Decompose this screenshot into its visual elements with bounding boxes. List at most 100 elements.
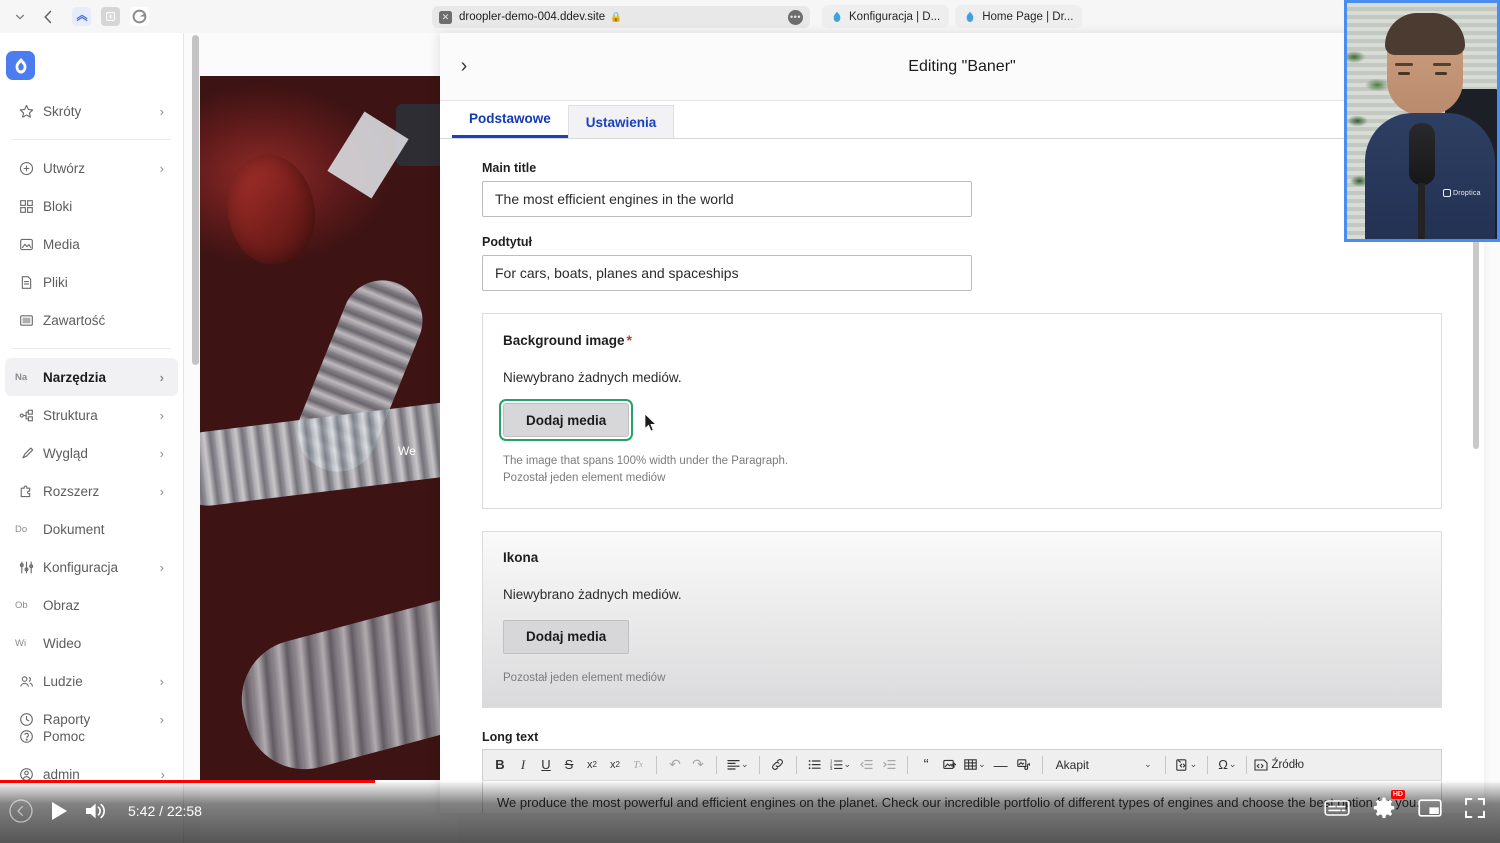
subscript-icon[interactable]: x2 (604, 753, 626, 777)
underline-icon[interactable]: U (535, 753, 557, 777)
sidebar-item-label: Skróty (43, 103, 82, 119)
subtitle-label: Podtytuł (482, 235, 532, 249)
sidebar-item-label: Struktura (43, 407, 98, 423)
sidebar-item-utworz[interactable]: Utwórz › (5, 149, 178, 187)
address-bar[interactable]: ✕ droopler-demo-004.ddev.site 🔒 ••• (432, 6, 810, 28)
link-icon[interactable] (767, 753, 789, 777)
page-scrollbar-thumb[interactable] (192, 35, 199, 365)
paragraph-format-value: Akapit (1055, 757, 1089, 772)
sidebar-item-wideo[interactable]: Wi Wideo (5, 624, 178, 662)
media-embed-icon[interactable] (1013, 753, 1035, 777)
video-progress-played (0, 780, 375, 783)
subtitle-input[interactable] (482, 255, 972, 291)
back-arrow-icon[interactable] (34, 5, 62, 29)
video-progress-track[interactable] (0, 780, 1500, 783)
page-scrollbar-track[interactable] (188, 33, 199, 763)
sidebar-item-ludzie[interactable]: Ludzie › (5, 662, 178, 700)
previous-icon[interactable] (8, 798, 34, 824)
player-left-controls: 5:42 / 22:58 (8, 798, 202, 824)
chevron-right-icon: › (159, 445, 164, 461)
hero-text: We (398, 444, 416, 458)
main-title-input[interactable] (482, 181, 972, 217)
video-player-controls: 5:42 / 22:58 HD (0, 780, 1500, 843)
chevron-down-icon: ⌄ (1228, 759, 1237, 770)
superscript-icon[interactable]: x2 (581, 753, 603, 777)
background-image-label-text: Background image (503, 333, 625, 348)
edit-paragraph-modal: › Editing "Baner" Podstawowe Ustawienia … (440, 33, 1484, 813)
sidebar-item-dokument[interactable]: Do Dokument (5, 510, 178, 548)
webcam-brow-left (1395, 63, 1413, 66)
extension-icon-2[interactable] (101, 7, 120, 26)
strikethrough-icon[interactable]: S (558, 753, 580, 777)
browser-tab-0[interactable]: Konfiguracja | D... (822, 5, 950, 28)
tab-ustawienia[interactable]: Ustawienia (567, 105, 675, 138)
redo-icon[interactable]: ↷ (687, 753, 709, 777)
sidebar-item-label: Bloki (43, 198, 73, 214)
sidebar-item-label: Obraz (43, 597, 80, 613)
sidebar-item-rozszerz[interactable]: Rozszerz › (5, 472, 178, 510)
drupal-logo-icon[interactable] (6, 51, 35, 80)
sidebar-item-zawartosc[interactable]: Zawartość (5, 301, 178, 339)
plus-circle-icon (15, 161, 37, 176)
sidebar-item-narzedzia[interactable]: Na Narzędzia › (5, 358, 178, 396)
settings-gear-icon[interactable]: HD (1372, 790, 1405, 820)
fullscreen-icon[interactable] (1464, 797, 1486, 819)
volume-icon[interactable] (84, 800, 108, 822)
toolbar-separator (907, 755, 909, 774)
sidebar-item-label: Pomoc (43, 728, 86, 744)
subtitles-icon[interactable] (1324, 798, 1350, 818)
source-button[interactable]: Źródło (1254, 759, 1304, 771)
bold-icon[interactable]: B (489, 753, 511, 777)
sidebar-item-pomoc[interactable]: Pomoc (5, 717, 179, 755)
webcam-brow-right (1433, 63, 1451, 66)
sidebar-item-label: Wideo (43, 635, 82, 651)
sidebar-item-struktura[interactable]: Struktura › (5, 396, 178, 434)
horizontal-rule-icon[interactable]: — (990, 753, 1012, 777)
toolbar-separator (1164, 755, 1166, 774)
more-options-icon[interactable]: ••• (788, 9, 803, 25)
chevron-right-icon: › (159, 407, 164, 423)
sidebar-item-pliki[interactable]: Pliki (5, 263, 178, 301)
remove-format-icon[interactable]: Tx (627, 753, 649, 777)
close-tab-icon[interactable]: ✕ (439, 10, 452, 24)
sidebar-item-obraz[interactable]: Ob Obraz (5, 586, 178, 624)
miniplayer-icon[interactable] (1418, 798, 1442, 818)
chevron-down-icon[interactable] (6, 5, 34, 29)
webcam-overlay: Droptica (1344, 0, 1500, 242)
tab-podstawowe[interactable]: Podstawowe (452, 101, 568, 138)
play-icon[interactable] (48, 800, 70, 822)
browser-tab-0-label: Konfiguracja | D... (849, 10, 941, 23)
people-icon (15, 674, 37, 689)
numbered-list-icon[interactable]: 1 2 3 ⌄ (827, 753, 855, 777)
browser-tab-1[interactable]: Home Page | Dr... (955, 5, 1083, 28)
bulleted-list-icon[interactable] (804, 753, 826, 777)
toolbar-separator (795, 755, 797, 774)
undo-icon[interactable]: ↶ (664, 753, 686, 777)
insert-table-icon[interactable]: ⌄ (961, 753, 989, 777)
sidebar-item-konfiguracja[interactable]: Konfiguracja › (5, 548, 178, 586)
droptica-logo-mark (1443, 189, 1451, 197)
background-image-add-media-button[interactable]: Dodaj media (498, 399, 634, 441)
extension-icon-1[interactable] (72, 7, 91, 26)
sidebar-item-media[interactable]: Media (5, 225, 178, 263)
template-icon[interactable]: ⌄ (1173, 753, 1201, 777)
tab-podstawowe-label: Podstawowe (469, 110, 551, 126)
indent-icon[interactable] (878, 753, 900, 777)
field-background-image: Background image * Niewybrano żadnych med… (482, 313, 1442, 509)
toolbar-separator (716, 755, 717, 774)
sidebar-item-skroty[interactable]: Skróty › (5, 92, 178, 130)
hero-background-image: We (200, 76, 458, 780)
italic-icon[interactable]: I (512, 753, 534, 777)
paragraph-format-select[interactable]: Akapit ⌄ (1050, 753, 1158, 777)
insert-image-icon[interactable] (938, 753, 960, 777)
sidebar-item-bloki[interactable]: Bloki (5, 187, 178, 225)
special-character-icon[interactable]: Ω ⌄ (1215, 753, 1239, 777)
extension-icon-3[interactable] (130, 7, 149, 26)
tab-ustawienia-label: Ustawienia (585, 114, 657, 130)
outdent-icon[interactable] (855, 753, 877, 777)
blockquote-icon[interactable]: “ (915, 753, 937, 777)
text-align-icon[interactable]: ⌄ (724, 753, 752, 777)
ikona-add-media-button[interactable]: Dodaj media (503, 619, 630, 654)
wideo-icon-fallback: Wi (15, 637, 27, 649)
sidebar-item-wyglad[interactable]: Wygląd › (5, 434, 178, 472)
